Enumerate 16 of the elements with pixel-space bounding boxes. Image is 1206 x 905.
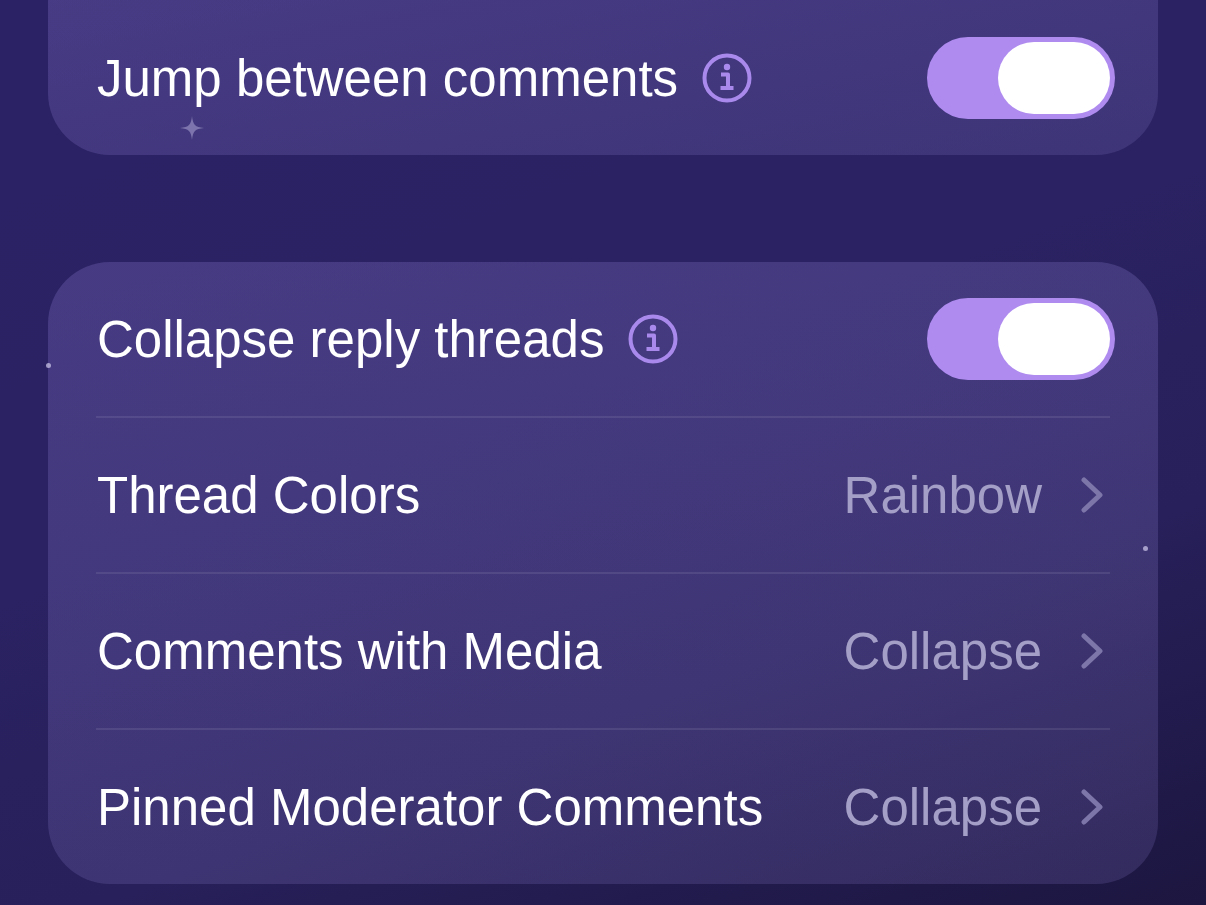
setting-label: Collapse reply threads (97, 309, 605, 369)
setting-value: Collapse (843, 777, 1042, 837)
info-icon[interactable] (702, 53, 753, 103)
chevron-icon[interactable] (1081, 633, 1103, 669)
setting-label: Jump between comments (97, 48, 679, 108)
setting-label: Thread Colors (97, 465, 421, 525)
setting-value: Rainbow (843, 465, 1042, 525)
setting-value: Collapse (843, 621, 1042, 681)
star-dot-icon (1143, 546, 1148, 551)
setting-label: Comments with Media (97, 621, 602, 681)
setting-label: Pinned Moderator Comments (97, 777, 764, 837)
sparkle-icon (180, 116, 204, 140)
info-icon[interactable] (628, 314, 679, 364)
chevron-icon[interactable] (1081, 477, 1103, 513)
star-dot-icon (46, 363, 51, 368)
chevron-icon[interactable] (1081, 789, 1103, 825)
